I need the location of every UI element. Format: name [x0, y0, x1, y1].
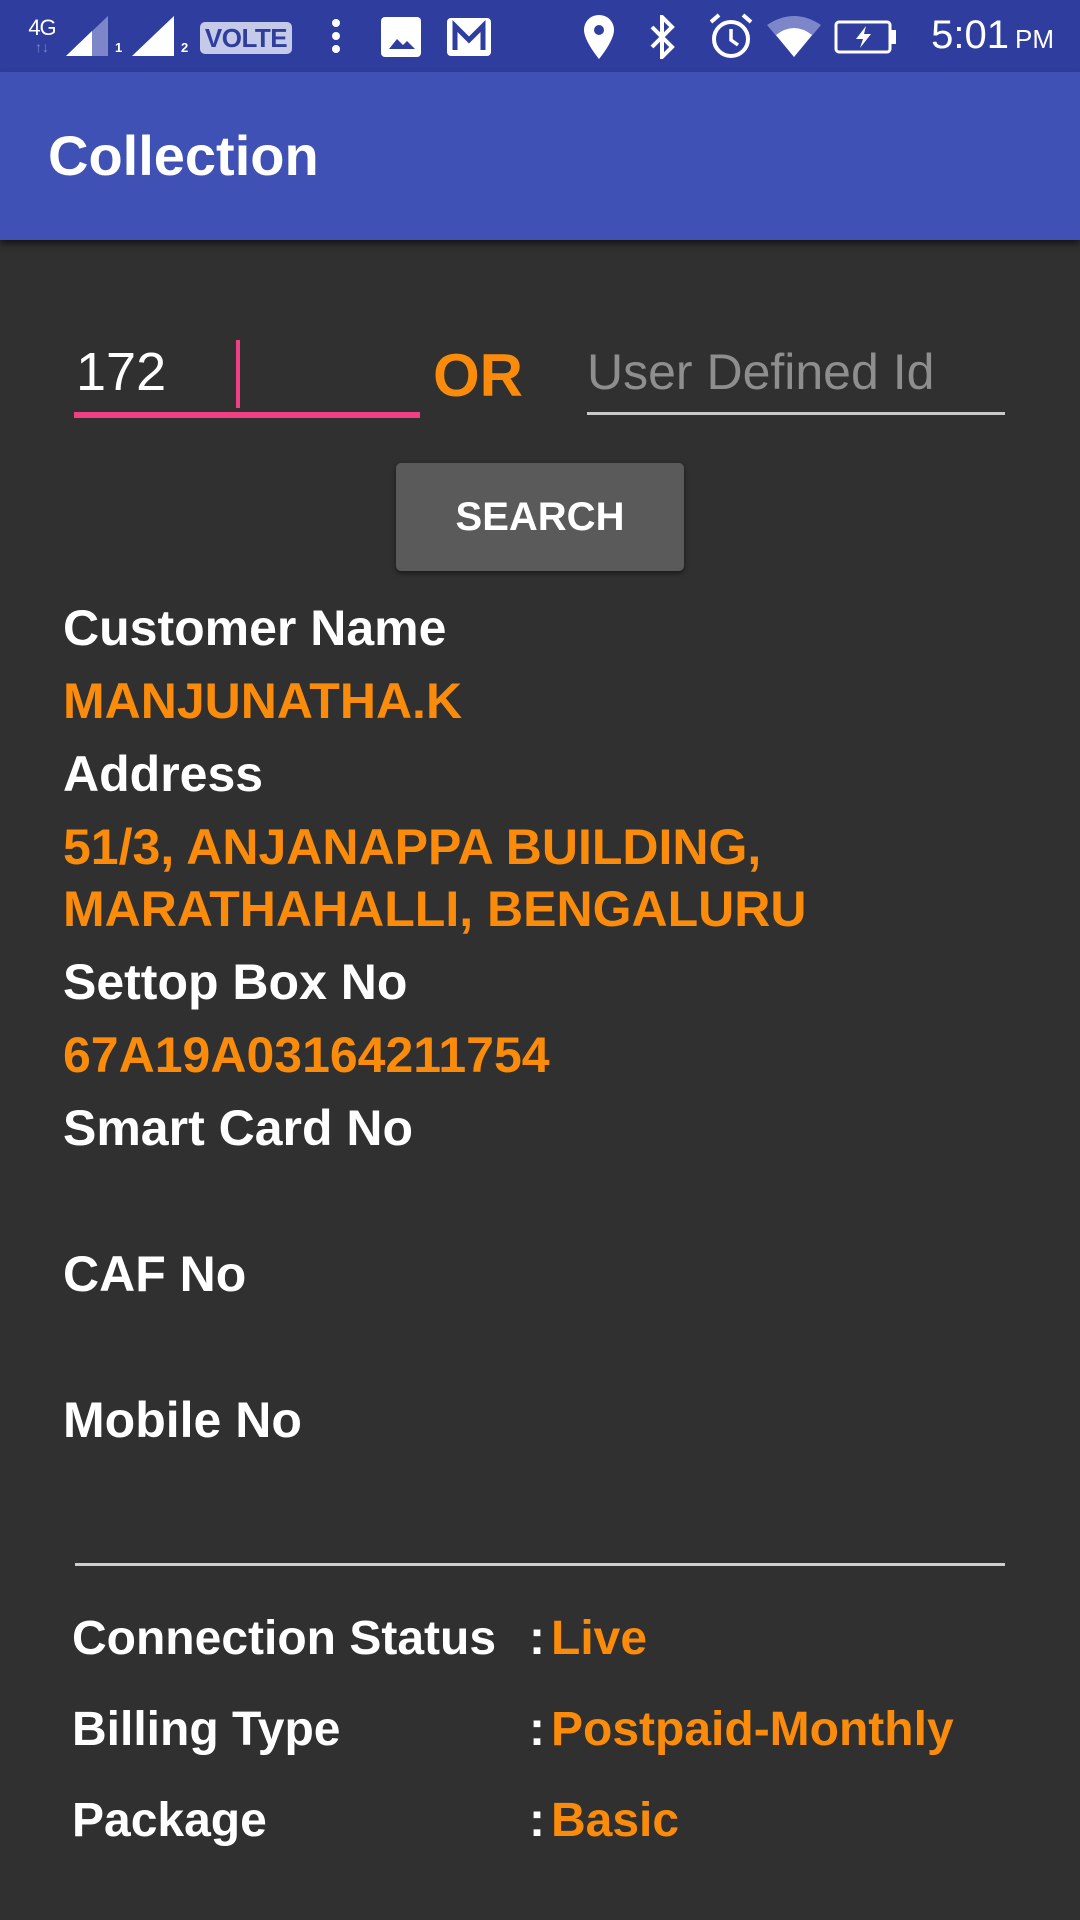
billing-type-value: Postpaid-Monthly — [551, 1703, 954, 1756]
customer-id-underline — [74, 412, 420, 418]
data-arrows-icon: ↑↓ — [35, 39, 49, 55]
more-notifications-icon — [326, 16, 346, 56]
address-label: Address — [63, 746, 264, 802]
bluetooth-icon — [648, 14, 678, 60]
app-bar: Collection — [0, 72, 1080, 240]
connection-status-label: Connection Status — [72, 1612, 497, 1665]
4g-data-icon: 4G ↑↓ — [24, 12, 60, 60]
connection-status-value: Live — [551, 1612, 648, 1665]
location-icon — [582, 14, 616, 60]
settop-box-label: Settop Box No — [63, 954, 408, 1010]
user-defined-id-input[interactable]: User Defined Id — [587, 340, 1005, 420]
volte-icon: VOLTE — [200, 22, 292, 54]
clock-ampm: PM — [1015, 24, 1054, 54]
connection-status-row: Connection Status : Live — [72, 1604, 1032, 1674]
sim1-label: 1 — [115, 40, 123, 55]
settop-box-value: 67A19A03164211754 — [63, 1027, 550, 1083]
alarm-icon — [708, 12, 754, 60]
billing-type-label: Billing Type — [72, 1703, 341, 1756]
package-label: Package — [72, 1794, 267, 1847]
page-title: Collection — [48, 124, 319, 187]
customer-name-value: MANJUNATHA.K — [63, 673, 463, 729]
network-type-label: 4G — [28, 15, 56, 40]
connection-status-colon: : — [529, 1612, 545, 1665]
signal-sim1-icon — [66, 16, 114, 56]
battery-charging-icon — [834, 20, 898, 54]
caf-label: CAF No — [63, 1246, 247, 1302]
mobile-label: Mobile No — [63, 1392, 302, 1448]
clock-time: 5:01 — [931, 13, 1009, 57]
text-cursor — [236, 340, 240, 408]
address-line-1: 51/3, ANJANAPPA BUILDING, — [63, 819, 762, 875]
smart-card-label: Smart Card No — [63, 1100, 414, 1156]
signal-sim2-icon — [132, 16, 180, 56]
package-row: Package : Basic — [72, 1786, 1032, 1856]
or-label: OR — [433, 342, 523, 409]
billing-type-colon: : — [529, 1703, 545, 1756]
address-line-2: MARATHAHALLI, BENGALURU — [63, 881, 807, 937]
package-value: Basic — [551, 1794, 680, 1847]
user-defined-id-placeholder[interactable]: User Defined Id — [587, 340, 934, 404]
search-button[interactable]: SEARCH — [396, 463, 684, 571]
gmail-icon — [446, 16, 492, 58]
package-colon: : — [529, 1794, 545, 1847]
customer-id-value[interactable]: 172 — [76, 340, 166, 404]
billing-type-row: Billing Type : Postpaid-Monthly — [72, 1695, 1032, 1765]
customer-name-label: Customer Name — [63, 600, 447, 656]
clock: 5:01 PM — [931, 10, 1054, 64]
section-divider — [75, 1563, 1005, 1566]
wifi-icon — [766, 14, 822, 58]
user-defined-id-underline — [587, 412, 1005, 415]
status-bar: 4G ↑↓ 1 2 VOLTE 5:01 PM — [0, 0, 1080, 72]
customer-id-input[interactable]: 172 — [74, 340, 420, 420]
sim2-label: 2 — [181, 40, 189, 55]
image-notification-icon — [380, 16, 422, 58]
